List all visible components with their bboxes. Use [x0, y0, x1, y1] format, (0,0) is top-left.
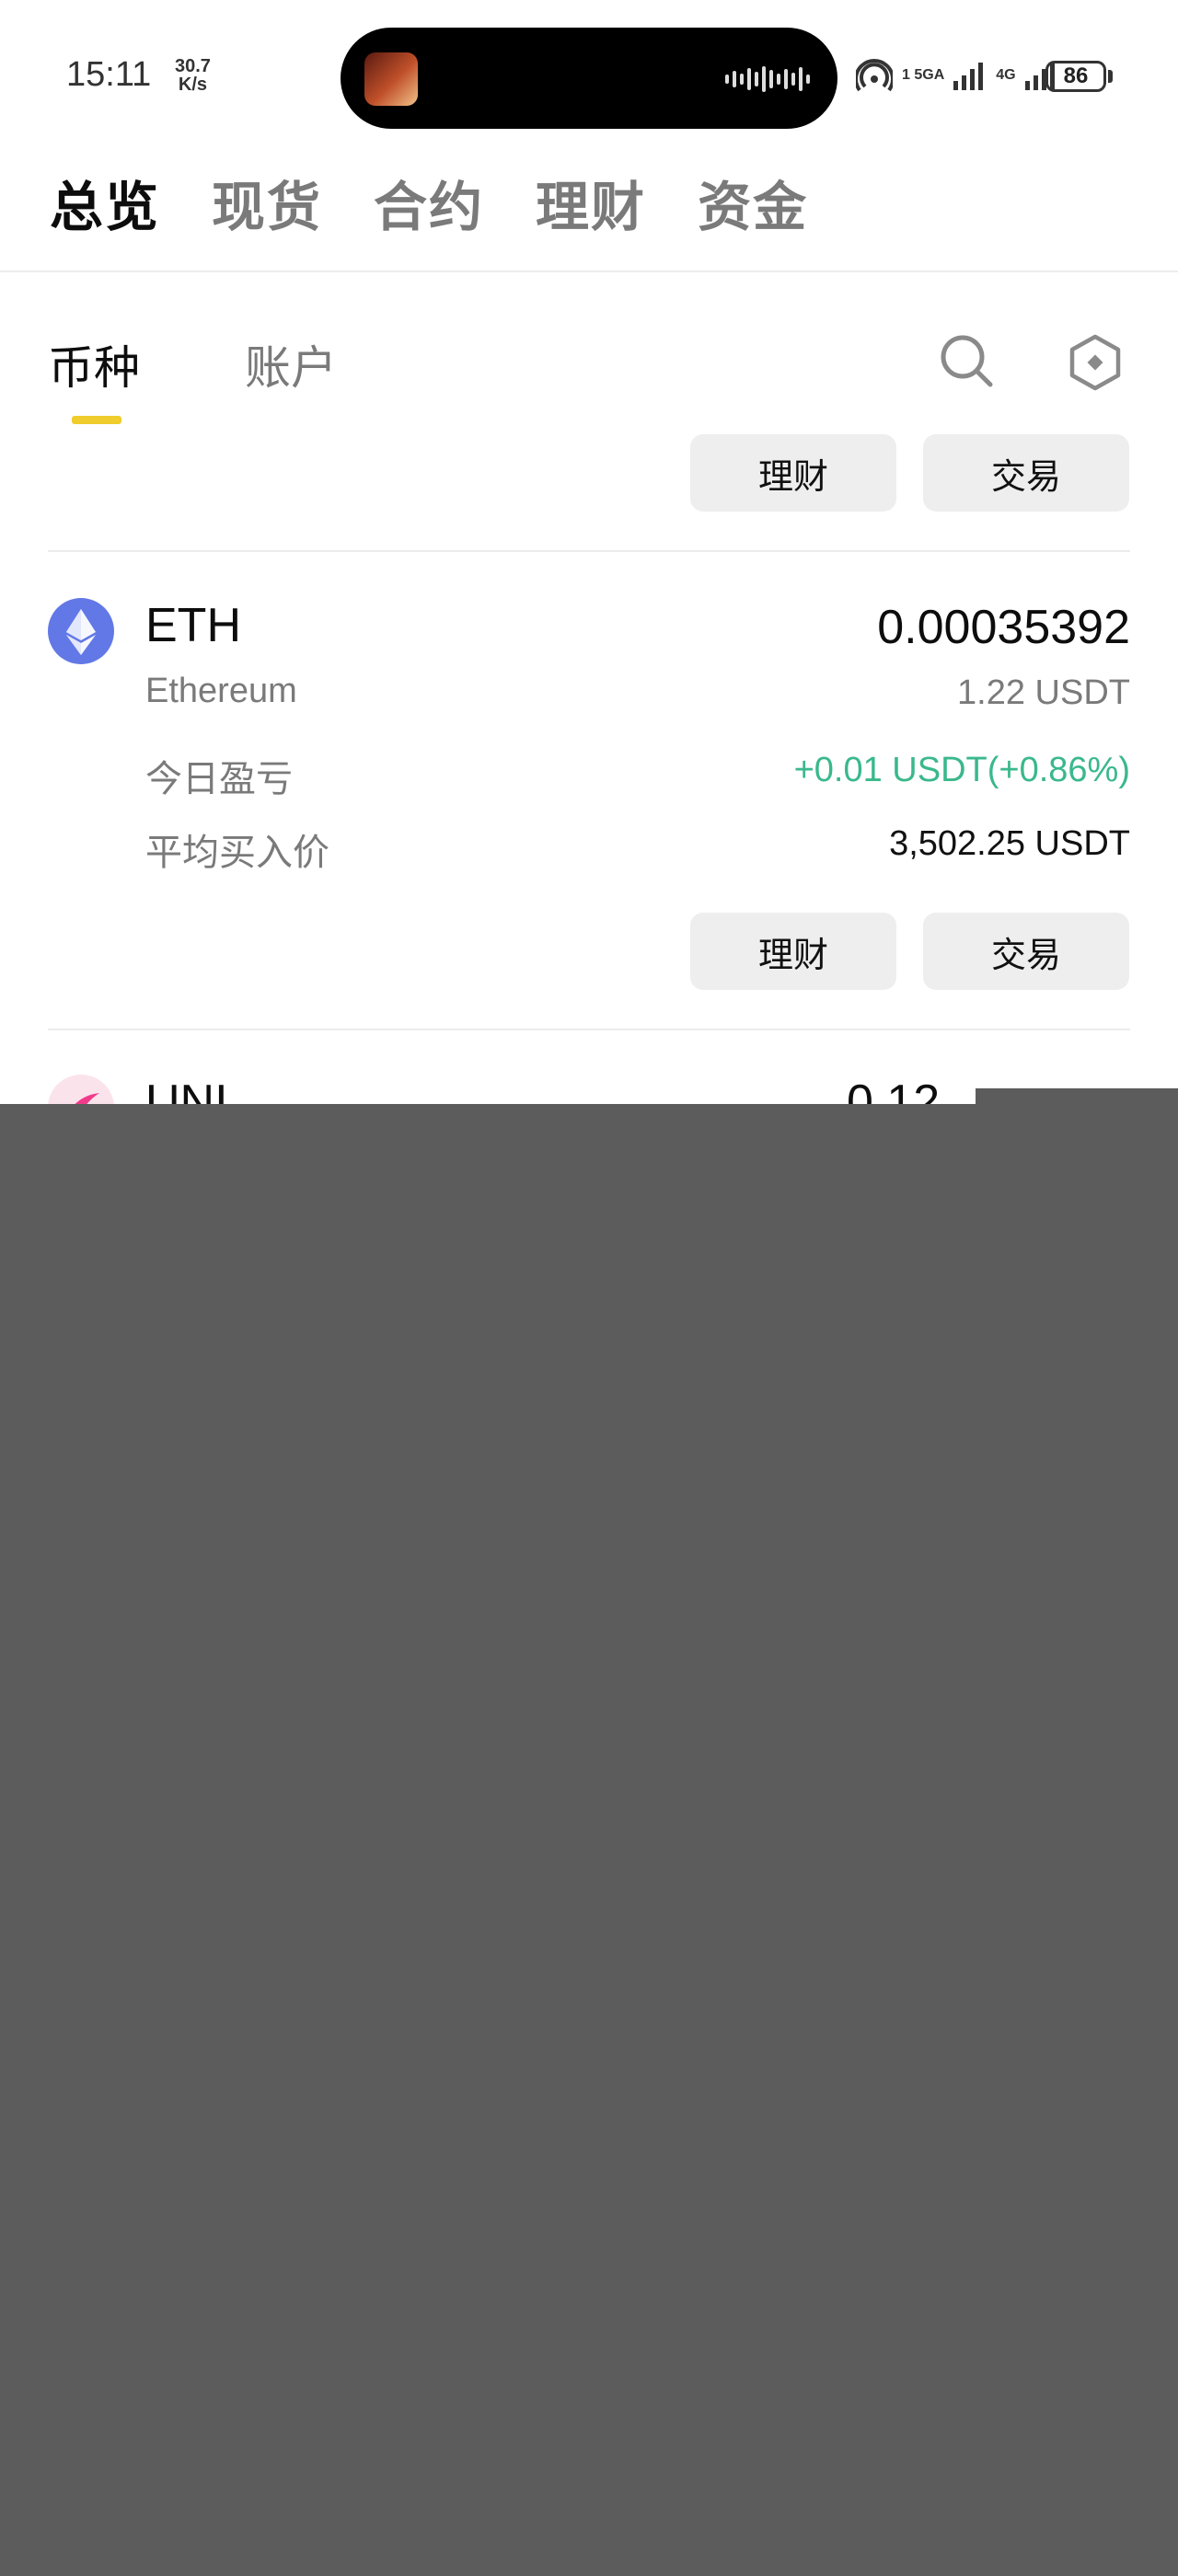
settings-icon[interactable] [1068, 333, 1123, 392]
coin-name: Ethereum [145, 672, 297, 710]
dynamic-island[interactable] [341, 28, 837, 129]
tab-funding[interactable]: 资金 [698, 164, 808, 241]
signal-strength-icon [953, 63, 984, 90]
trade-button[interactable]: 交易 [923, 434, 1129, 512]
active-tab-indicator [72, 416, 121, 424]
row-divider [48, 1029, 1130, 1030]
status-bar: 15:11 30.7 K/s 1 5GA 4G 86 [0, 0, 1178, 138]
tab-futures[interactable]: 合约 [374, 164, 484, 241]
search-icon[interactable] [939, 333, 994, 388]
hotspot-icon [856, 59, 893, 92]
net-speed-value: 30.7 [175, 56, 211, 76]
dim-overlay-edge [976, 1088, 1178, 1104]
audio-waveform-icon [725, 66, 810, 92]
net-speed-unit: K/s [178, 75, 208, 95]
row-divider [48, 550, 1130, 552]
coin-amount: 0.12 [847, 1075, 941, 1104]
coin-symbol[interactable]: UNI [145, 1075, 228, 1104]
battery-indicator: 86 [1045, 61, 1106, 92]
earn-button[interactable]: 理财 [690, 434, 896, 512]
today-pnl-label: 今日盈亏 [145, 758, 293, 800]
today-pnl-value: +0.01 USDT(+0.86%) [793, 751, 1130, 789]
coin-value: 1.22 USDT [957, 673, 1130, 712]
avg-price-label: 平均买入价 [145, 832, 329, 874]
uniswap-icon [48, 1075, 114, 1104]
music-app-icon [364, 52, 418, 106]
header-divider [0, 270, 1178, 272]
signal-2-label: 4G [996, 67, 1016, 83]
trade-button[interactable]: 交易 [923, 913, 1129, 990]
subtab-coins[interactable]: 币种 [48, 331, 140, 397]
net-speed: 30.7 K/s [175, 57, 211, 94]
app-screen: 15:11 30.7 K/s 1 5GA 4G 86 总览 现货 合约 理财 资… [0, 0, 1178, 1104]
tab-earn[interactable]: 理财 [536, 164, 646, 241]
earn-button[interactable]: 理财 [690, 913, 896, 990]
coin-amount: 0.00035392 [877, 601, 1130, 654]
subtab-accounts[interactable]: 账户 [245, 331, 337, 397]
clock: 15:11 [66, 55, 152, 94]
ethereum-icon [48, 598, 114, 664]
dim-overlay [0, 1104, 1178, 2576]
battery-tip [1108, 70, 1113, 83]
avg-price-value: 3,502.25 USDT [889, 824, 1130, 863]
signal-1-label: 1 5GA [902, 67, 945, 83]
top-tabs: 总览 现货 合约 理财 资金 [50, 164, 808, 241]
tab-spot[interactable]: 现货 [212, 164, 322, 241]
status-indicators: 1 5GA 4G [856, 57, 1058, 94]
tab-overview[interactable]: 总览 [50, 164, 160, 241]
coin-symbol[interactable]: ETH [145, 598, 241, 653]
